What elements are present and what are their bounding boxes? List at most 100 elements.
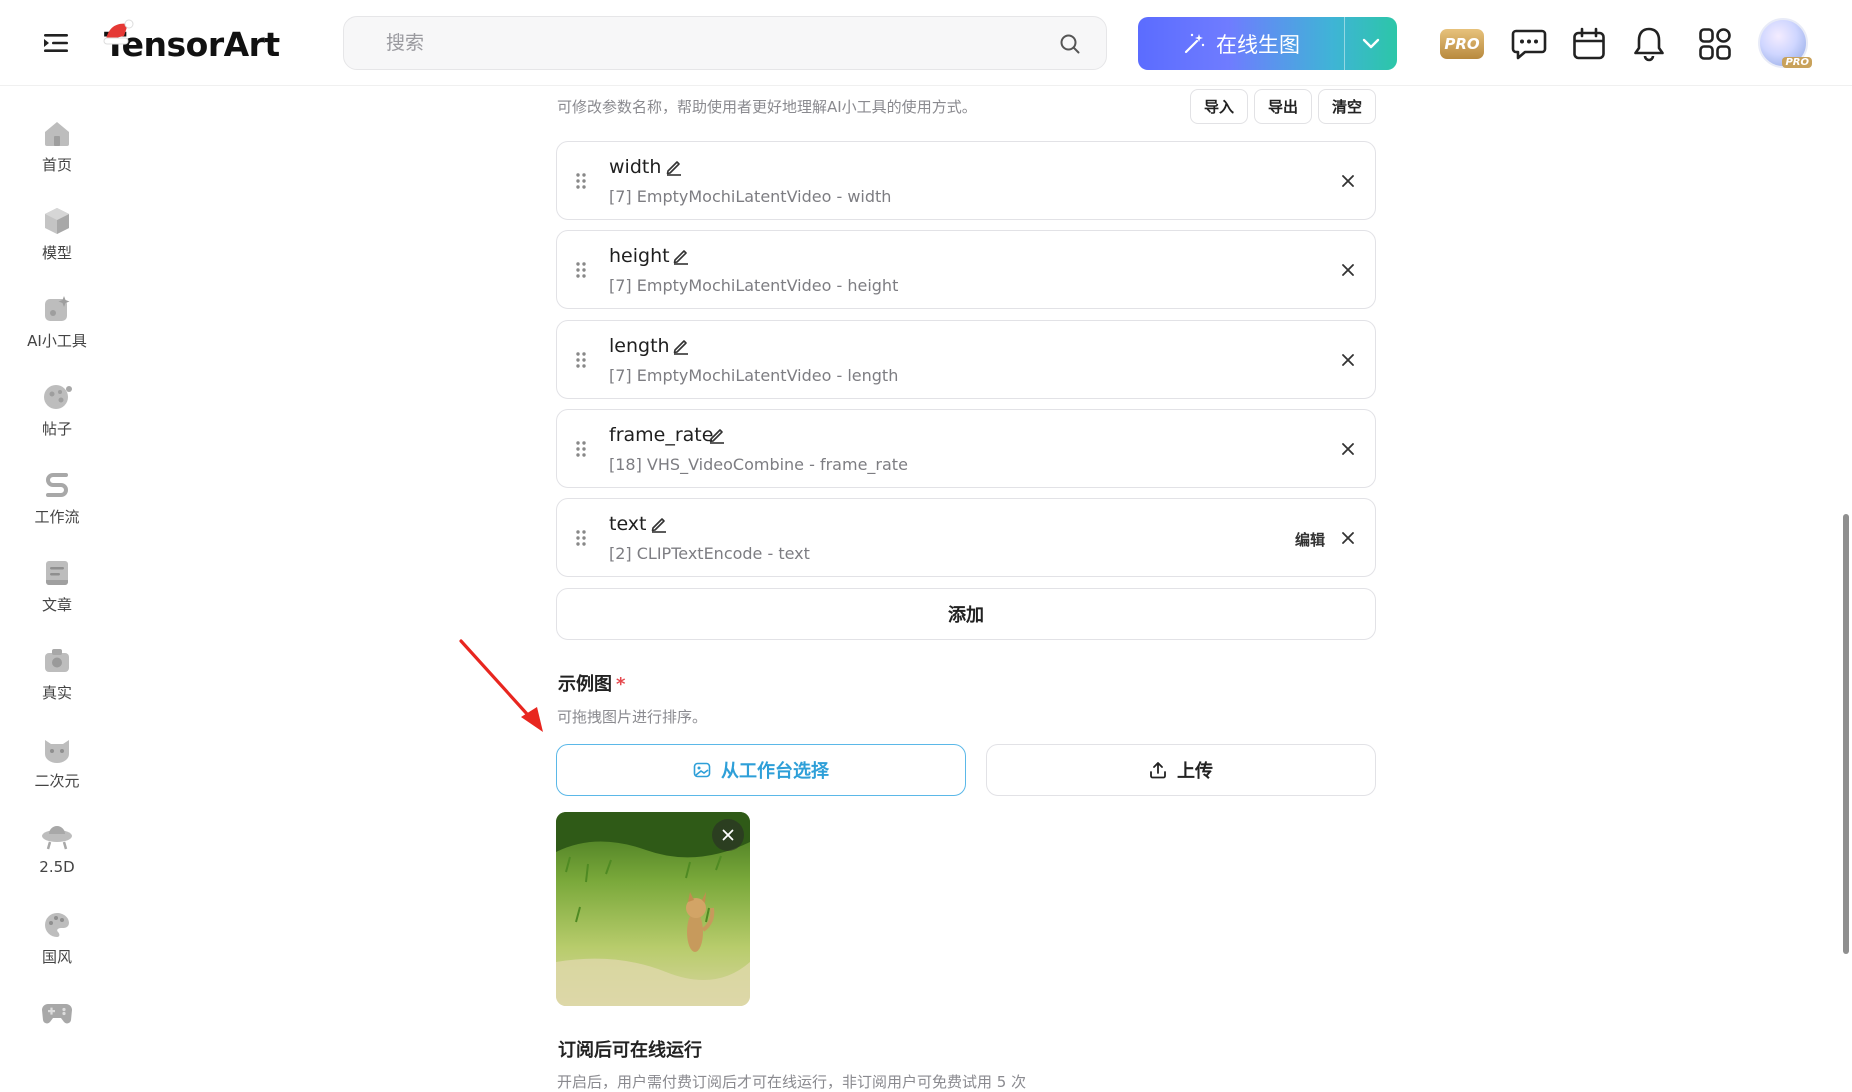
home-icon [40, 116, 74, 150]
params-hint: 可修改参数名称，帮助使用者更好地理解AI小工具的使用方式。 [557, 98, 977, 116]
chevron-down-icon [1362, 38, 1380, 48]
sidebar: 首页 模型 AI小工具 帖子 工作流 文章 真实 二次元 2.5D 国风 [0, 86, 114, 1080]
sidebar-item-ai-tools[interactable]: AI小工具 [12, 292, 102, 370]
sidebar-item-articles[interactable]: 文章 [12, 556, 102, 634]
param-source: [18] VHS_VideoCombine - frame_rate [609, 455, 908, 474]
param-name: width [609, 156, 662, 178]
examples-title-text: 示例图 [558, 674, 612, 695]
generate-label: 在线生图 [1216, 32, 1300, 57]
sidebar-item-anime[interactable]: 二次元 [12, 732, 102, 810]
param-name: height [609, 245, 670, 267]
ufo-icon [40, 820, 74, 854]
upload-icon [1150, 762, 1166, 779]
drag-handle-icon[interactable] [575, 440, 587, 458]
drag-handle-icon[interactable] [575, 261, 587, 279]
edit-pencil-icon[interactable] [672, 337, 690, 355]
edit-pencil-icon[interactable] [650, 515, 668, 533]
sidebar-item-home[interactable]: 首页 [12, 116, 102, 194]
pick-label: 从工作台选择 [721, 761, 829, 782]
sidebar-item-guofeng[interactable]: 国风 [12, 908, 102, 986]
remove-image-button[interactable] [712, 819, 744, 851]
export-button[interactable]: 导出 [1254, 89, 1312, 124]
scrollbar-thumb[interactable] [1843, 514, 1849, 954]
sidebar-item-models[interactable]: 模型 [12, 204, 102, 282]
sidebar-item-label: 首页 [41, 156, 72, 174]
logo[interactable]: TensorArt [103, 19, 280, 70]
close-icon [1342, 354, 1354, 366]
sidebar-item-games[interactable] [12, 996, 102, 1074]
notification-bell-icon[interactable] [1625, 20, 1673, 68]
messages-icon[interactable] [1505, 20, 1553, 68]
close-icon [1342, 175, 1354, 187]
param-source: [7] EmptyMochiLatentVideo - height [609, 276, 899, 295]
magic-wand-icon [1184, 33, 1205, 53]
sidebar-item-workflow[interactable]: 工作流 [12, 468, 102, 546]
subscription-title: 订阅后可在线运行 [558, 1040, 702, 1061]
add-param-button[interactable]: 添加 [556, 588, 1376, 640]
edit-pencil-icon[interactable] [672, 247, 690, 265]
image-icon [693, 762, 711, 778]
pick-from-workspace-button[interactable]: 从工作台选择 [556, 744, 966, 796]
remove-param-button[interactable] [1335, 525, 1361, 551]
generate-dropdown-button[interactable] [1345, 17, 1397, 70]
sidebar-item-label: 文章 [41, 596, 72, 614]
sidebar-item-label: 模型 [41, 244, 72, 262]
apps-grid-icon[interactable] [1691, 20, 1739, 68]
cube-icon [40, 204, 74, 238]
ai-tools-icon [40, 292, 74, 326]
close-icon [1342, 532, 1354, 544]
remove-param-button[interactable] [1335, 347, 1361, 373]
sidebar-item-label: 帖子 [41, 420, 72, 438]
sidebar-item-label: 二次元 [34, 772, 80, 790]
sidebar-item-label: 国风 [41, 948, 72, 966]
param-card-frame-rate: frame_rate [18] VHS_VideoCombine - frame… [556, 409, 1376, 488]
sidebar-item-posts[interactable]: 帖子 [12, 380, 102, 458]
sidebar-item-label: 2.5D [39, 858, 75, 876]
drag-handle-icon[interactable] [575, 351, 587, 369]
generate-online-button[interactable]: 在线生图 [1138, 17, 1397, 70]
top-bar: TensorArt 在线生图 PRO [0, 0, 1852, 86]
subscription-text: 开启后，用户需付费订阅后才可在线运行，非订阅用户可免费试用 5 次 [557, 1073, 1027, 1091]
article-icon [40, 556, 74, 590]
search-icon[interactable] [1058, 32, 1082, 56]
user-avatar[interactable]: PRO [1758, 18, 1812, 68]
edit-pencil-icon[interactable] [708, 426, 726, 444]
examples-title: 示例图 * [558, 670, 625, 696]
close-icon [1342, 443, 1354, 455]
gamepad-icon [40, 996, 74, 1030]
remove-param-button[interactable] [1335, 436, 1361, 462]
param-card-length: length [7] EmptyMochiLatentVideo - lengt… [556, 320, 1376, 399]
param-card-height: height [7] EmptyMochiLatentVideo - heigh… [556, 230, 1376, 309]
remove-param-button[interactable] [1335, 168, 1361, 194]
sidebar-item-label: 工作流 [34, 508, 80, 526]
drag-handle-icon[interactable] [575, 172, 587, 190]
sidebar-item-label: 真实 [41, 684, 72, 702]
palette-icon [40, 908, 74, 942]
menu-toggle-icon[interactable] [40, 28, 74, 58]
param-card-text: text [2] CLIPTextEncode - text 编辑 [556, 498, 1376, 577]
clear-button[interactable]: 清空 [1318, 89, 1376, 124]
sidebar-item-2-5d[interactable]: 2.5D [12, 820, 102, 898]
upload-button[interactable]: 上传 [986, 744, 1376, 796]
sidebar-item-realistic[interactable]: 真实 [12, 644, 102, 722]
param-name: text [609, 513, 647, 535]
search-input[interactable] [344, 17, 1106, 69]
calendar-icon[interactable] [1565, 20, 1613, 68]
edit-pencil-icon[interactable] [665, 158, 683, 176]
edit-text-link[interactable]: 编辑 [1295, 529, 1325, 550]
upload-label: 上传 [1177, 761, 1213, 782]
anime-cat-icon [40, 732, 74, 766]
generate-main-button[interactable]: 在线生图 [1138, 17, 1344, 70]
examples-hint: 可拖拽图片进行排序。 [557, 708, 708, 726]
pro-badge[interactable]: PRO [1440, 29, 1484, 59]
import-button[interactable]: 导入 [1190, 89, 1248, 124]
close-icon [1342, 264, 1354, 276]
search-bar[interactable] [343, 16, 1107, 70]
param-source: [7] EmptyMochiLatentVideo - length [609, 366, 899, 385]
drag-handle-icon[interactable] [575, 529, 587, 547]
posts-icon [40, 380, 74, 414]
sidebar-item-label: AI小工具 [27, 332, 87, 350]
santa-hat-icon [103, 19, 134, 45]
avatar-pro-badge: PRO [1782, 57, 1812, 68]
remove-param-button[interactable] [1335, 257, 1361, 283]
